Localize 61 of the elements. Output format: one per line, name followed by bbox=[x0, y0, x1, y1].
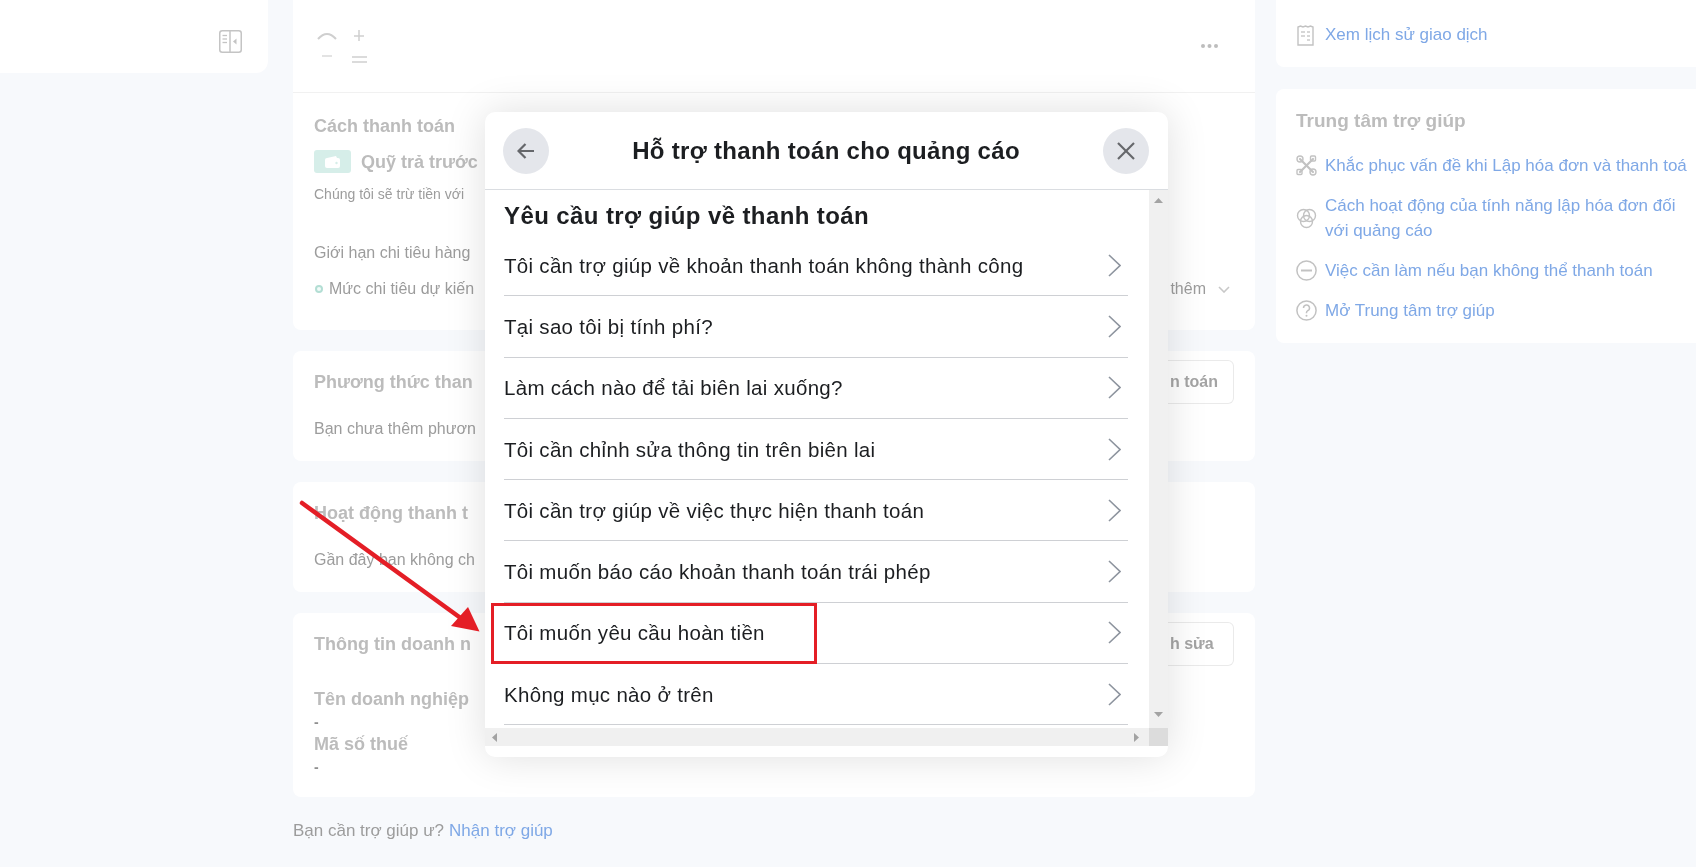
scroll-down-icon[interactable] bbox=[1154, 712, 1163, 717]
card-title: Thông tin doanh n bbox=[314, 633, 471, 655]
back-button[interactable] bbox=[503, 127, 549, 174]
overlapping-circles-icon bbox=[1296, 207, 1317, 229]
chevron-down-icon[interactable] bbox=[1218, 285, 1230, 293]
help-article-link[interactable]: Khắc phục vấn đề khi Lập hóa đơn và thanh toá bbox=[1296, 153, 1687, 178]
field-label: Tên doanh nghiệp bbox=[314, 688, 469, 710]
help-icon bbox=[1296, 300, 1317, 321]
chevron-right-icon bbox=[1108, 376, 1121, 400]
chevron-right-icon bbox=[1108, 682, 1121, 706]
estimate-label: Mức chi tiêu dự kiến bbox=[329, 279, 475, 299]
more-options-icon[interactable] bbox=[1201, 44, 1218, 48]
help-option[interactable]: Tôi cần trợ giúp về việc thực hiện thanh toán bbox=[504, 480, 1128, 542]
transaction-history-link[interactable]: Xem lịch sử giao dịch bbox=[1296, 24, 1488, 46]
sidebar-toggle-icon[interactable] bbox=[219, 30, 242, 53]
help-center-title: Trung tâm trợ giúp bbox=[1296, 109, 1466, 133]
wallet-icon bbox=[314, 150, 351, 173]
chevron-right-icon bbox=[1108, 560, 1121, 584]
help-option[interactable]: Không mục nào ở trên bbox=[504, 664, 1128, 726]
scroll-left-icon[interactable] bbox=[492, 732, 497, 742]
scroll-right-icon[interactable] bbox=[1134, 732, 1139, 742]
payment-method-name: Quỹ trả trước bbox=[361, 150, 478, 173]
help-option[interactable]: Tôi cần trợ giúp về khoản thanh toán không thành công bbox=[504, 235, 1128, 297]
chevron-right-icon bbox=[1108, 498, 1121, 522]
help-option[interactable]: Tại sao tôi bị tính phí? bbox=[504, 296, 1128, 358]
tools-icon bbox=[1296, 155, 1317, 176]
chevron-right-icon bbox=[1108, 253, 1121, 277]
help-option[interactable]: Tôi muốn yêu cầu hoàn tiền bbox=[504, 602, 1128, 665]
help-article-link[interactable]: Việc cần làm nếu bạn không thể thanh toán bbox=[1296, 258, 1653, 283]
minus-circle-icon bbox=[1296, 260, 1317, 281]
section-heading: Yêu cầu trợ giúp về thanh toán bbox=[504, 201, 871, 230]
dialog-title: Hỗ trợ thanh toán cho quảng cáo bbox=[632, 135, 1020, 166]
vertical-scrollbar[interactable] bbox=[1149, 190, 1168, 728]
close-button[interactable] bbox=[1103, 127, 1149, 174]
back-arrow-icon bbox=[517, 142, 535, 159]
card-title: Phương thức than bbox=[314, 371, 473, 393]
help-article-link[interactable]: Mở Trung tâm trợ giúp bbox=[1296, 298, 1495, 323]
spending-limit-label: Giới hạn chi tiêu hàng bbox=[314, 243, 471, 263]
help-prompt-text: Bạn cần trợ giúp ư? bbox=[293, 820, 445, 841]
help-article-link[interactable]: Cách hoạt động của tính năng lập hóa đơn đối với quảng cáo bbox=[1296, 193, 1693, 243]
close-icon bbox=[1117, 141, 1135, 160]
chevron-right-icon bbox=[1108, 437, 1121, 461]
expand-link[interactable]: thêm bbox=[1170, 279, 1206, 299]
scrollbar-corner bbox=[1149, 728, 1168, 746]
field-value: - bbox=[314, 759, 319, 775]
payment-description: Chúng tôi sẽ trừ tiền với bbox=[314, 186, 465, 203]
scroll-up-icon[interactable] bbox=[1154, 198, 1163, 203]
ring-icon bbox=[315, 285, 323, 293]
faded-symbols-icon bbox=[316, 29, 368, 63]
help-option[interactable]: Làm cách nào để tải biên lai xuống? bbox=[504, 357, 1128, 419]
field-value: - bbox=[314, 714, 319, 730]
card-description: Bạn chưa thêm phươn bbox=[314, 419, 476, 439]
help-option[interactable]: Tôi muốn báo cáo khoản thanh toán trái phép bbox=[504, 541, 1128, 603]
get-help-link[interactable]: Nhận trợ giúp bbox=[449, 820, 553, 841]
field-label: Mã số thuế bbox=[314, 733, 408, 755]
receipt-icon bbox=[1296, 24, 1316, 46]
help-option[interactable]: Tôi cần chỉnh sửa thông tin trên biên lai bbox=[504, 418, 1128, 481]
chevron-right-icon bbox=[1108, 621, 1121, 645]
horizontal-scrollbar[interactable] bbox=[485, 728, 1149, 746]
section-title: Cách thanh toán bbox=[314, 115, 455, 137]
chevron-right-icon bbox=[1108, 314, 1121, 338]
